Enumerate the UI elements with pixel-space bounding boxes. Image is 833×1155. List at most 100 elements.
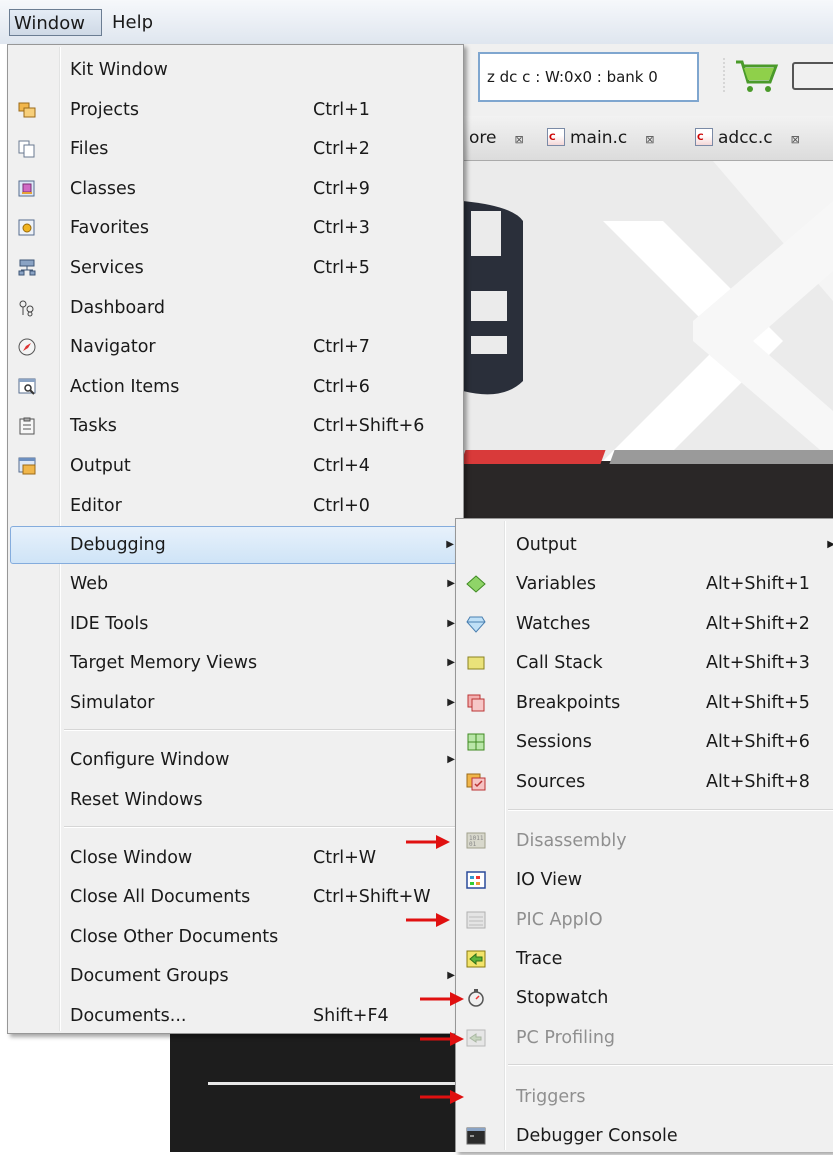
submenu-item-watches[interactable]: Watches Alt+Shift+2 [456, 605, 833, 643]
submenu-item-trace[interactable]: Trace [456, 940, 833, 978]
menu-item-label: Reset Windows [70, 790, 203, 810]
menu-item-label: Documents... [70, 1006, 187, 1026]
submenu-arrow-icon: ▶ [447, 970, 455, 981]
breakpoints-icon [467, 694, 485, 712]
menu-item-documents[interactable]: Documents... Shift+F4 [10, 998, 461, 1034]
window-menu: Kit Window Projects Ctrl+1 Files Ctrl+2 … [7, 44, 464, 1034]
submenu-arrow-icon: ▶ [827, 539, 833, 550]
submenu-item-variables[interactable]: Variables Alt+Shift+1 [456, 565, 833, 603]
disassembly-icon: 101101 [466, 832, 486, 849]
menu-item-tasks[interactable]: Tasks Ctrl+Shift+6 [10, 408, 461, 444]
menu-item-ide-tools[interactable]: IDE Tools ▶ [10, 606, 461, 642]
editor-canvas [463, 161, 833, 461]
background [0, 1018, 170, 1152]
shortcut: Ctrl+7 [313, 337, 370, 357]
menu-item-projects[interactable]: Projects Ctrl+1 [10, 92, 461, 128]
menu-separator [64, 826, 459, 828]
menu-item-label: Navigator [70, 337, 156, 357]
menu-item-label: Stopwatch [516, 988, 609, 1008]
menu-item-label: IDE Tools [70, 614, 149, 634]
submenu-arrow-icon: ▶ [447, 657, 455, 668]
menu-item-action-items[interactable]: Action Items Ctrl+6 [10, 369, 461, 405]
decor-stripe [460, 450, 606, 464]
menu-item-favorites[interactable]: Favorites Ctrl+3 [10, 210, 461, 246]
shortcut: Ctrl+5 [313, 258, 370, 278]
menu-item-kit-window[interactable]: Kit Window [10, 52, 461, 88]
menu-item-close-other-documents[interactable]: Close Other Documents [10, 919, 461, 955]
submenu-arrow-icon: ▶ [447, 618, 455, 629]
submenu-item-io-view[interactable]: IO View [456, 861, 833, 899]
menu-item-label: Sources [516, 772, 586, 792]
menu-item-simulator[interactable]: Simulator ▶ [10, 685, 461, 721]
submenu-item-sources[interactable]: Sources Alt+Shift+8 [456, 763, 833, 801]
menu-item-label: Trace [516, 949, 563, 969]
menu-item-dashboard[interactable]: Dashboard [10, 290, 461, 326]
menu-item-web[interactable]: Web ▶ [10, 566, 461, 602]
menu-separator [508, 809, 833, 811]
tab-main-c[interactable]: main.c ⊠ [547, 126, 654, 152]
chip-icon[interactable] [792, 62, 833, 90]
menu-item-reset-windows[interactable]: Reset Windows [10, 782, 461, 818]
submenu-item-sessions[interactable]: Sessions Alt+Shift+6 [456, 723, 833, 761]
menu-item-configure-window[interactable]: Configure Window ▶ [10, 742, 461, 778]
submenu-item-call-stack[interactable]: Call Stack Alt+Shift+3 [456, 644, 833, 682]
classes-icon [18, 180, 35, 197]
debugger-console-icon [466, 1127, 486, 1145]
menu-item-label: Close Other Documents [70, 927, 279, 947]
submenu-item-stopwatch[interactable]: Stopwatch [456, 979, 833, 1017]
annotation-arrow-icon [406, 835, 450, 849]
menu-item-output[interactable]: Output Ctrl+4 [10, 448, 461, 484]
menu-item-label: Triggers [516, 1087, 586, 1107]
submenu-arrow-icon: ▶ [446, 539, 454, 550]
submenu-item-pc-profiling[interactable]: PC Profiling [456, 1019, 833, 1057]
close-icon[interactable]: ⊠ [791, 133, 800, 146]
menu-item-label: Breakpoints [516, 693, 621, 713]
shortcut: Alt+Shift+1 [706, 574, 810, 594]
menu-item-close-window[interactable]: Close Window Ctrl+W [10, 840, 461, 876]
splash-graphic [463, 161, 833, 461]
io-view-icon [466, 871, 486, 889]
debugging-submenu: Output ▶ Variables Alt+Shift+1 Watches A… [455, 518, 833, 1152]
close-icon[interactable]: ⊠ [645, 133, 654, 146]
submenu-item-debugger-console[interactable]: Debugger Console [456, 1117, 833, 1155]
menu-item-label: Variables [516, 574, 596, 594]
shortcut: Ctrl+3 [313, 218, 370, 238]
projects-icon [18, 102, 36, 118]
submenu-item-triggers[interactable]: Triggers [456, 1078, 833, 1116]
output-icon [18, 457, 36, 475]
shortcut: Ctrl+W [313, 848, 377, 868]
menu-item-label: Favorites [70, 218, 150, 238]
submenu-item-pic-appio[interactable]: PIC AppIO [456, 901, 833, 939]
menu-item-navigator[interactable]: Navigator Ctrl+7 [10, 329, 461, 365]
menu-item-files[interactable]: Files Ctrl+2 [10, 131, 461, 167]
tab-label: main.c [570, 128, 628, 148]
shortcut: Ctrl+Shift+6 [313, 416, 425, 436]
annotation-arrow-icon [420, 1090, 464, 1104]
submenu-item-output[interactable]: Output ▶ [456, 526, 833, 564]
submenu-item-disassembly[interactable]: 1011 01 Disassembly [456, 822, 833, 860]
submenu-item-breakpoints[interactable]: Breakpoints Alt+Shift+5 [456, 684, 833, 722]
menu-item-label: Projects [70, 100, 139, 120]
menu-item-label: IO View [516, 870, 583, 890]
tab-ore[interactable]: ore ⊠ [469, 126, 524, 152]
menu-item-editor[interactable]: Editor Ctrl+0 [10, 488, 461, 524]
menu-help[interactable]: Help [108, 9, 157, 36]
menu-item-services[interactable]: Services Ctrl+5 [10, 250, 461, 286]
menu-item-close-all-documents[interactable]: Close All Documents Ctrl+Shift+W [10, 879, 461, 915]
menu-item-debugging[interactable]: Debugging ▶ [10, 526, 461, 564]
menu-item-label: PIC AppIO [516, 910, 603, 930]
menu-window[interactable]: Window [9, 9, 102, 36]
menu-item-document-groups[interactable]: Document Groups ▶ [10, 958, 461, 994]
menu-item-target-memory-views[interactable]: Target Memory Views ▶ [10, 645, 461, 681]
c-file-icon [547, 126, 565, 150]
menu-item-label: Output [70, 456, 131, 476]
tab-label: adcc.c [718, 128, 773, 148]
cart-icon[interactable] [722, 56, 780, 96]
close-icon[interactable]: ⊠ [514, 133, 523, 146]
action-items-icon [18, 378, 36, 395]
shortcut: Ctrl+0 [313, 496, 370, 516]
menu-item-classes[interactable]: Classes Ctrl+9 [10, 171, 461, 207]
tab-adcc-c[interactable]: adcc.c ⊠ [695, 126, 800, 152]
menu-separator [508, 1064, 833, 1066]
menu-item-label: Services [70, 258, 144, 278]
